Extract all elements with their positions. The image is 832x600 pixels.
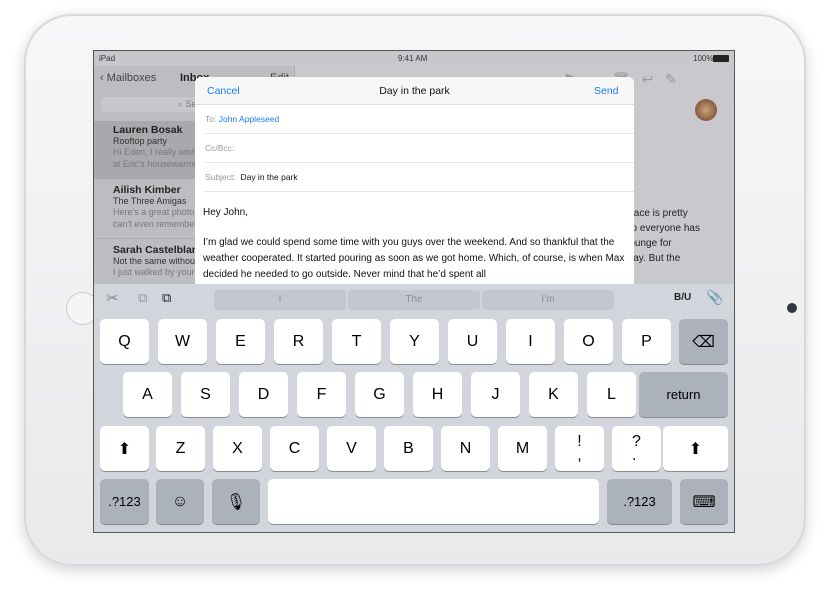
suggestion[interactable]: I’m	[482, 290, 614, 310]
recipient[interactable]: John Appleseed	[219, 114, 280, 124]
key-j[interactable]: J	[471, 372, 520, 417]
numbers-key-right[interactable]: .?123	[607, 479, 672, 524]
emoji-icon: ☺	[171, 492, 189, 510]
screen: iPad 9:41 AM 100% ‹ Mailboxes Inbox Edit…	[93, 50, 735, 533]
back-label: Mailboxes	[106, 72, 157, 84]
copy-icon[interactable]: ⧉	[138, 290, 147, 306]
cc-label: Cc/Bcc:	[205, 143, 235, 153]
device-label: iPad	[99, 54, 116, 63]
attachment-icon[interactable]: 📎	[706, 289, 723, 306]
key-x[interactable]: X	[213, 426, 262, 471]
format-button[interactable]: B/U	[674, 292, 691, 303]
compose-header: Cancel Day in the park Send	[195, 77, 634, 105]
key-y[interactable]: Y	[390, 319, 439, 364]
key-r[interactable]: R	[274, 319, 323, 364]
message-text: rounge for	[626, 238, 672, 249]
suggestion[interactable]: I	[214, 290, 346, 310]
return-key[interactable]: return	[639, 372, 728, 417]
subject-value: Day in the park	[240, 172, 298, 182]
key-a[interactable]: A	[123, 372, 172, 417]
key-c[interactable]: C	[270, 426, 319, 471]
shift-icon: ⬆	[117, 440, 132, 458]
key-z[interactable]: Z	[156, 426, 205, 471]
hide-keyboard-key[interactable]: ⌨	[680, 479, 728, 524]
to-field[interactable]: To: John Appleseed	[205, 105, 634, 134]
key-n[interactable]: N	[441, 426, 490, 471]
greeting: Hey John,	[203, 207, 249, 218]
key-t[interactable]: T	[332, 319, 381, 364]
key-punct[interactable]: ! ,	[555, 426, 604, 471]
key-m[interactable]: M	[498, 426, 547, 471]
key-u[interactable]: U	[448, 319, 497, 364]
message-body[interactable]: Hey John, I’m glad we could spend some t…	[203, 205, 628, 283]
cc-bcc-field[interactable]: Cc/Bcc:	[205, 134, 634, 163]
key-g[interactable]: G	[355, 372, 404, 417]
key-q[interactable]: Q	[100, 319, 149, 364]
key-b[interactable]: B	[384, 426, 433, 471]
dictation-key[interactable]: 🎙	[212, 479, 260, 524]
reply-icon[interactable]: ↩	[642, 71, 654, 87]
shift-key-right[interactable]: ⬆	[663, 426, 728, 471]
message-text: place is pretty	[626, 208, 688, 219]
key-d[interactable]: D	[239, 372, 288, 417]
back-button[interactable]: ‹ Mailboxes	[100, 72, 156, 84]
paste-icon[interactable]: ⧉	[162, 290, 171, 306]
shift-key[interactable]: ⬆	[100, 426, 149, 471]
key-p[interactable]: P	[622, 319, 671, 364]
avatar	[695, 99, 717, 121]
status-bar: iPad 9:41 AM 100%	[94, 51, 734, 66]
emoji-key[interactable]: ☺	[156, 479, 204, 524]
key-f[interactable]: F	[297, 372, 346, 417]
suggestion[interactable]: The	[348, 290, 480, 310]
key-h[interactable]: H	[413, 372, 462, 417]
cut-icon[interactable]: ✂	[106, 289, 119, 307]
subject-label: Subject:	[205, 172, 236, 182]
message-text: up everyone has	[626, 223, 700, 234]
compose-title: Day in the park	[379, 85, 450, 97]
key-s[interactable]: S	[181, 372, 230, 417]
microphone-icon: 🎙	[225, 493, 247, 511]
compose-icon[interactable]: ✎	[665, 71, 677, 87]
delete-icon: ⌫	[692, 333, 715, 351]
camera	[787, 303, 797, 313]
key-e[interactable]: E	[216, 319, 265, 364]
chevron-left-icon: ‹	[100, 72, 107, 84]
key-k[interactable]: K	[529, 372, 578, 417]
key-l[interactable]: L	[587, 372, 636, 417]
keyboard-icon: ⌨	[692, 493, 716, 511]
battery-icon	[713, 55, 729, 62]
key-w[interactable]: W	[158, 319, 207, 364]
key-o[interactable]: O	[564, 319, 613, 364]
compose-sheet: Cancel Day in the park Send To: John App…	[195, 77, 634, 284]
key-v[interactable]: V	[327, 426, 376, 471]
battery-level: 100%	[693, 54, 714, 63]
send-button[interactable]: Send	[594, 85, 619, 97]
keyboard: ✂ ⧉ ⧉ I The I’m B/U 📎 Q W E R T Y U I O P ⌫ A S D F G H J…	[94, 284, 734, 532]
body-text: I’m glad we could spend some time with y…	[203, 237, 625, 280]
to-label: To:	[205, 114, 217, 124]
shift-icon: ⬆	[688, 440, 703, 458]
delete-key[interactable]: ⌫	[679, 319, 728, 364]
numbers-key[interactable]: .?123	[100, 479, 149, 524]
key-i[interactable]: I	[506, 319, 555, 364]
subject-field[interactable]: Subject: Day in the park	[205, 163, 634, 192]
status-time: 9:41 AM	[398, 54, 428, 63]
space-bar[interactable]	[268, 479, 599, 524]
message-text: way. But the	[626, 253, 681, 264]
key-punct[interactable]: ? .	[612, 426, 661, 471]
